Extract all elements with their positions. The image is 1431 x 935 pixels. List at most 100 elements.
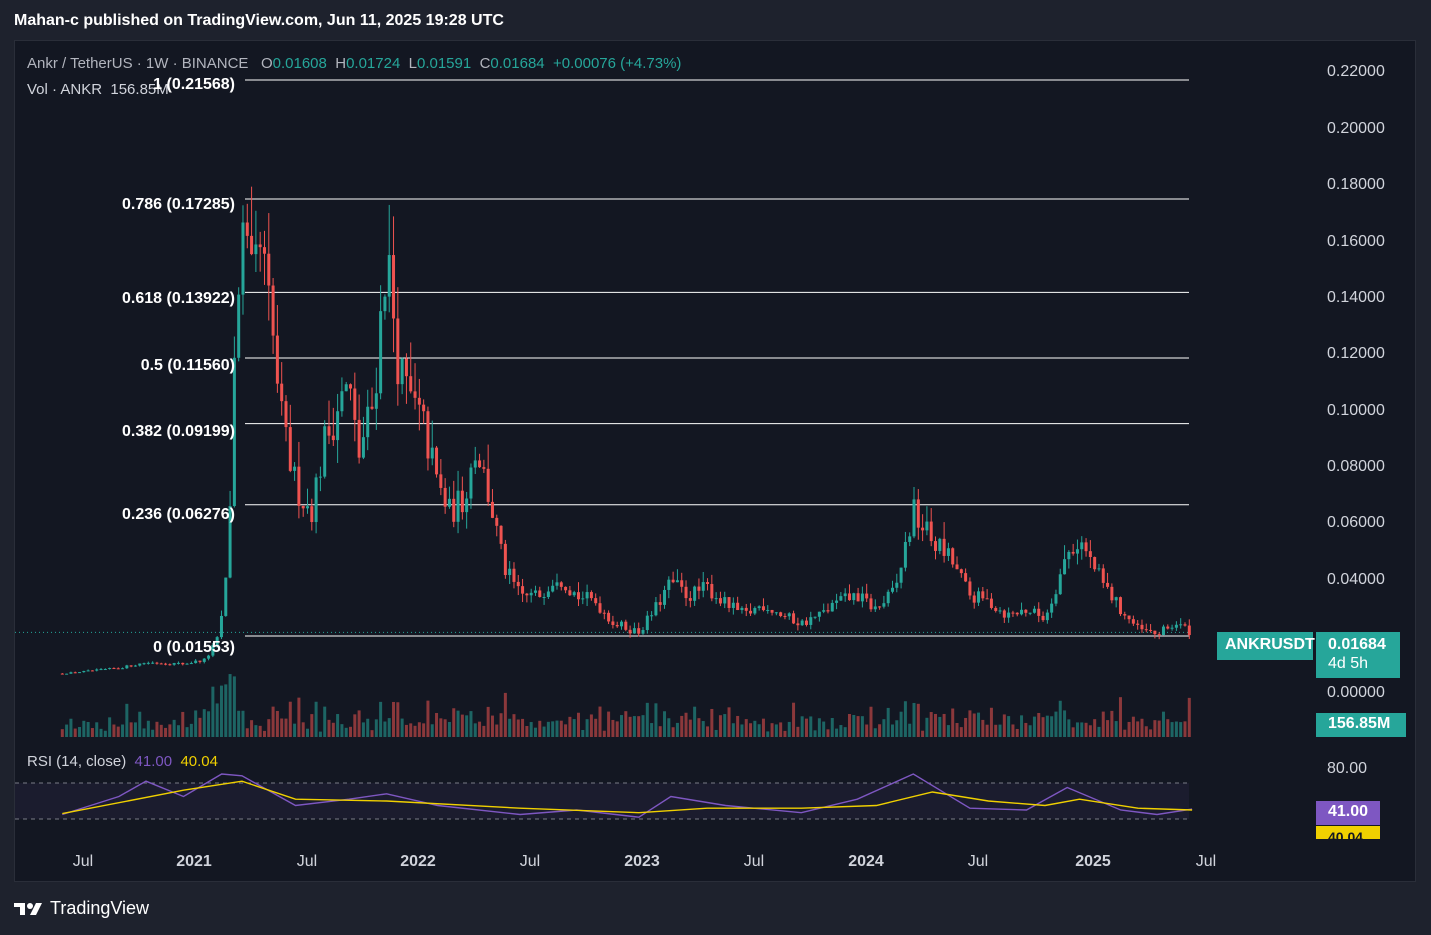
volume-bar <box>357 710 361 737</box>
volume-bar <box>241 710 245 737</box>
candle-body <box>357 419 361 458</box>
candle-body <box>813 616 817 618</box>
volume-bar <box>895 720 899 737</box>
candle-body <box>598 603 602 613</box>
candle-body <box>641 630 645 634</box>
volume-bar <box>452 708 456 737</box>
candle-body <box>1093 557 1097 570</box>
candle-body <box>142 663 146 665</box>
volume-bar <box>228 674 232 737</box>
candle-body <box>383 296 387 312</box>
candle-body <box>310 506 314 523</box>
candle-body <box>994 607 998 611</box>
volume-bar <box>650 723 654 737</box>
candle-body <box>1088 551 1092 558</box>
candle-body <box>882 603 886 607</box>
volume-bar <box>624 711 628 737</box>
volume-bar <box>1101 711 1105 737</box>
candle-body <box>706 582 710 584</box>
publish-caption: Mahan-c published on TradingView.com, Ju… <box>14 12 504 29</box>
footer-brand[interactable]: TradingView <box>14 898 149 919</box>
candle-body <box>1131 619 1135 624</box>
volume-bar <box>366 718 370 737</box>
candle-body <box>78 672 82 674</box>
y-tick-label: 0.22000 <box>1327 63 1385 80</box>
candle-body <box>972 595 976 603</box>
volume-bar <box>1011 724 1015 737</box>
volume-bar <box>379 701 383 737</box>
volume-bar <box>370 730 374 737</box>
candle-body <box>258 244 262 248</box>
volume-bar <box>469 711 473 737</box>
volume-bar <box>284 718 288 737</box>
volume-bar <box>1157 720 1161 737</box>
candle-body <box>1037 608 1041 616</box>
candle-body <box>809 617 813 625</box>
candle-body <box>86 670 90 672</box>
candle-body <box>1063 559 1067 575</box>
rsi-ma-tag: 40.04 <box>1316 826 1380 839</box>
candle-body <box>392 255 396 319</box>
candle-body <box>241 222 245 295</box>
candle-body <box>1140 624 1144 630</box>
candle-body <box>654 602 658 616</box>
volume-bar <box>1174 721 1178 737</box>
volume-bar <box>555 720 559 737</box>
candle-body <box>1020 609 1024 615</box>
rsi-legend: RSI (14, close) 41.00 40.04 <box>27 753 218 770</box>
volume-bar <box>1123 729 1127 737</box>
candle-body <box>964 573 968 582</box>
candle-body <box>521 586 525 594</box>
volume-bar <box>1170 722 1174 737</box>
volume-bar <box>869 706 873 737</box>
volume-bar <box>1106 720 1110 737</box>
volume-bar <box>99 728 103 737</box>
candle-body <box>95 669 99 671</box>
volume-bar <box>598 706 602 737</box>
fib-label: 0.382 (0.09199) <box>122 423 235 440</box>
candle-body <box>413 391 417 398</box>
volume-bar <box>977 712 981 737</box>
volume-bar <box>151 729 155 737</box>
volume-bar <box>925 717 929 737</box>
volume-bar <box>731 723 735 737</box>
volume-bar <box>60 729 64 737</box>
volume-bar <box>486 706 490 737</box>
volume-bar <box>533 727 537 737</box>
volume-bar <box>684 712 688 737</box>
candle-body <box>198 660 202 662</box>
volume-bar <box>198 717 202 737</box>
candle-body <box>800 620 804 626</box>
price-chart[interactable] <box>15 41 1415 881</box>
candle-body <box>568 590 572 596</box>
volume-bar <box>306 728 310 737</box>
candle-body <box>869 598 873 610</box>
volume-bar <box>774 724 778 737</box>
candle-body <box>254 244 258 255</box>
candle-body <box>847 593 851 601</box>
volume-bar <box>439 718 443 737</box>
candle-body <box>998 610 1002 612</box>
volume-bar <box>90 728 94 737</box>
volume-bar <box>576 712 580 737</box>
volume-bar <box>959 727 963 737</box>
candle-body <box>121 668 125 670</box>
symbol-name[interactable]: Ankr / TetherUS · 1W · BINANCE <box>27 55 248 72</box>
volume-bar <box>908 723 912 737</box>
candle-body <box>697 586 701 591</box>
volume-bar <box>224 684 228 737</box>
candle-body <box>1097 568 1101 570</box>
chart-panel[interactable]: Ankr / TetherUS · 1W · BINANCE O0.01608 … <box>14 40 1416 882</box>
volume-bar <box>95 722 99 737</box>
candle-body <box>284 401 288 428</box>
volume-bar <box>314 701 318 737</box>
volume-bar <box>456 710 460 737</box>
candle-body <box>1166 626 1170 629</box>
candle-body <box>761 606 765 611</box>
volume-bar <box>400 718 404 737</box>
volume-bar <box>146 720 150 737</box>
volume-bar <box>968 710 972 737</box>
candle-body <box>977 591 981 603</box>
candle-body <box>792 613 796 624</box>
candle-body <box>340 391 344 412</box>
